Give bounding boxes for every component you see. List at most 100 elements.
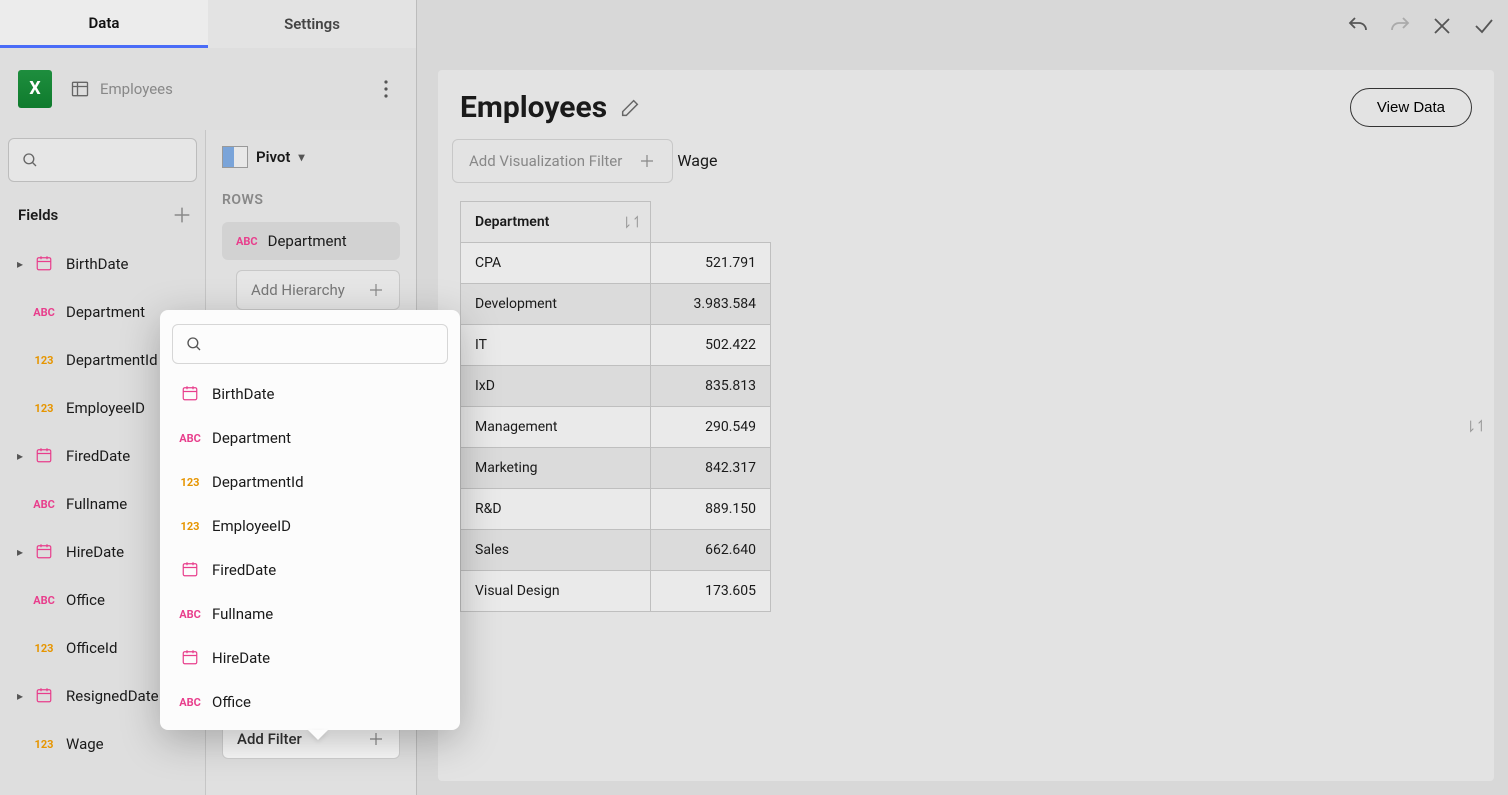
fields-header: Fields: [18, 206, 58, 224]
cell-department: Management: [461, 407, 651, 448]
number-type-icon: 123: [28, 402, 60, 415]
table-row[interactable]: Marketing 842.317: [461, 448, 771, 489]
picker-item-department[interactable]: ABC Department: [160, 416, 460, 460]
view-data-button[interactable]: View Data: [1350, 88, 1472, 127]
table-row[interactable]: IT 502.422: [461, 325, 771, 366]
cell-wage: 889.150: [651, 489, 771, 530]
table-row[interactable]: R&D 889.150: [461, 489, 771, 530]
abc-type-icon: ABC: [176, 696, 204, 709]
date-type-icon: [176, 560, 204, 581]
datasource-bar: Employees: [0, 48, 417, 130]
tab-data[interactable]: Data: [0, 0, 208, 48]
undo-icon[interactable]: [1346, 14, 1370, 38]
editor-toolbar: [1346, 4, 1496, 48]
date-type-icon: [28, 542, 60, 563]
table-row[interactable]: Visual Design 173.605: [461, 571, 771, 612]
number-type-icon: 123: [28, 354, 60, 367]
expand-icon[interactable]: ▸: [12, 689, 28, 703]
picker-item-fullname[interactable]: ABC Fullname: [160, 592, 460, 636]
cell-department: Visual Design: [461, 571, 651, 612]
add-hierarchy-button[interactable]: Add Hierarchy: [236, 270, 400, 310]
chevron-down-icon: ▾: [298, 150, 304, 164]
field-item-birthdate[interactable]: ▸ BirthDate: [8, 240, 197, 288]
picker-item-birthdate[interactable]: BirthDate: [160, 372, 460, 416]
cell-department: CPA: [461, 243, 651, 284]
picker-item-employeeid[interactable]: 123 EmployeeID: [160, 504, 460, 548]
field-label: Office: [66, 591, 105, 609]
abc-type-icon: ABC: [176, 608, 204, 621]
date-type-icon: [28, 686, 60, 707]
add-viz-filter-label: Add Visualization Filter: [469, 152, 622, 170]
tab-settings[interactable]: Settings: [208, 0, 416, 48]
field-label: HireDate: [66, 543, 124, 561]
close-icon[interactable]: [1430, 14, 1454, 38]
picker-search-text[interactable]: [211, 335, 435, 353]
row-field-label: Department: [268, 232, 347, 250]
cell-department: IT: [461, 325, 651, 366]
pivot-icon: [222, 146, 248, 168]
picker-item-label: EmployeeID: [212, 517, 291, 535]
date-type-icon: [28, 446, 60, 467]
abc-type-icon: ABC: [176, 432, 204, 445]
col-header-department-label: Department: [475, 214, 549, 230]
table-row[interactable]: IxD 835.813: [461, 366, 771, 407]
expand-icon[interactable]: ▸: [12, 449, 28, 463]
col-header-wage-label: Wage: [677, 151, 717, 170]
row-field-chip[interactable]: ABC Department: [222, 222, 400, 260]
fields-search-input[interactable]: [8, 138, 197, 182]
redo-icon[interactable]: [1388, 14, 1412, 38]
picker-item-hiredate[interactable]: HireDate: [160, 636, 460, 680]
field-label: ResignedDate: [66, 687, 159, 705]
viz-type-selector[interactable]: Pivot ▾: [222, 146, 400, 168]
picker-item-office[interactable]: ABC Office: [160, 680, 460, 724]
picker-item-label: FiredDate: [212, 561, 276, 579]
field-label: EmployeeID: [66, 399, 145, 417]
col-header-wage[interactable]: Wage: [677, 151, 717, 170]
table-row[interactable]: CPA 521.791: [461, 243, 771, 284]
add-hierarchy-label: Add Hierarchy: [251, 281, 345, 299]
table-row[interactable]: Management 290.549: [461, 407, 771, 448]
sort-icon[interactable]: [624, 214, 640, 230]
number-type-icon: 123: [176, 520, 204, 533]
date-type-icon: [176, 384, 204, 405]
more-icon[interactable]: [374, 77, 398, 101]
cell-wage: 842.317: [651, 448, 771, 489]
picker-item-departmentid[interactable]: 123 DepartmentId: [160, 460, 460, 504]
picker-item-fireddate[interactable]: FiredDate: [160, 548, 460, 592]
field-label: Wage: [66, 735, 104, 753]
expand-icon[interactable]: ▸: [12, 257, 28, 271]
picker-item-label: DepartmentId: [212, 473, 304, 491]
number-type-icon: 123: [28, 642, 60, 655]
cell-wage: 502.422: [651, 325, 771, 366]
number-type-icon: 123: [176, 476, 204, 489]
date-type-icon: [28, 254, 60, 275]
search-icon: [21, 151, 39, 169]
plus-icon: [367, 281, 385, 299]
field-label: Fullname: [66, 495, 127, 513]
picker-item-label: Office: [212, 693, 251, 711]
search-icon: [185, 335, 203, 353]
confirm-icon[interactable]: [1472, 14, 1496, 38]
edit-title-icon[interactable]: [619, 97, 641, 119]
table-row[interactable]: Sales 662.640: [461, 530, 771, 571]
sort-icon[interactable]: [1468, 418, 1484, 434]
field-label: OfficeId: [66, 639, 117, 657]
add-viz-filter-button[interactable]: Add Visualization Filter: [452, 139, 673, 183]
expand-icon[interactable]: ▸: [12, 545, 28, 559]
add-field-icon[interactable]: [171, 204, 193, 226]
add-filter-label: Add Filter: [237, 730, 302, 748]
cell-department: R&D: [461, 489, 651, 530]
cell-department: Marketing: [461, 448, 651, 489]
field-picker-popup: BirthDate ABC Department 123 DepartmentI…: [160, 310, 460, 730]
col-header-department[interactable]: Department: [461, 202, 651, 243]
table-row[interactable]: Development 3.983.584: [461, 284, 771, 325]
cell-wage: 662.640: [651, 530, 771, 571]
number-type-icon: 123: [28, 738, 60, 751]
field-label: FiredDate: [66, 447, 130, 465]
plus-icon: [638, 152, 656, 170]
date-type-icon: [176, 648, 204, 669]
abc-type-icon: ABC: [236, 235, 258, 248]
picker-search-input[interactable]: [172, 324, 448, 364]
cell-wage: 290.549: [651, 407, 771, 448]
field-label: DepartmentId: [66, 351, 158, 369]
